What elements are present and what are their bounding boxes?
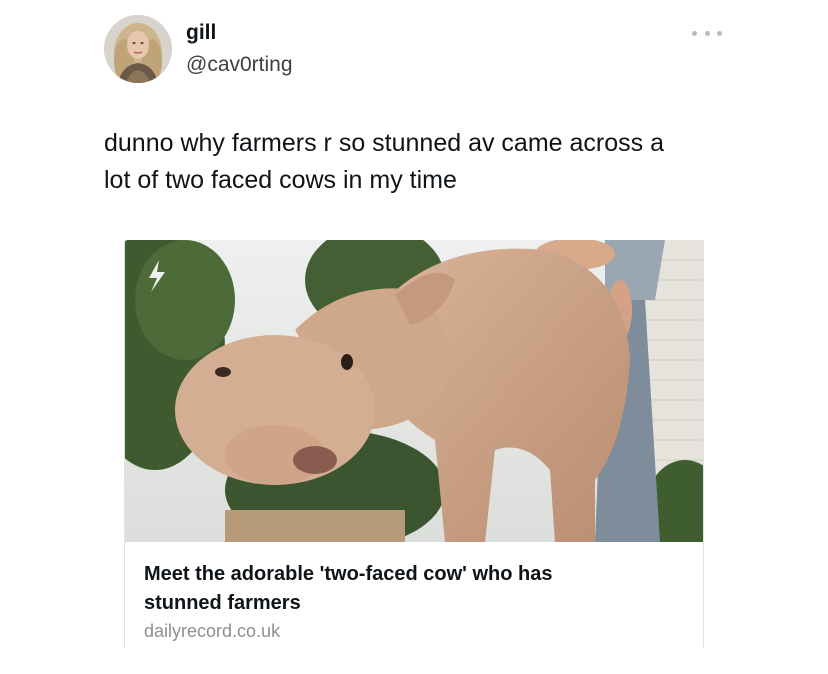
author-display-name[interactable]: gill	[186, 20, 216, 46]
more-dot	[692, 30, 697, 36]
tweet-text: dunno why farmers r so stunned av came a…	[104, 129, 664, 194]
avatar[interactable]	[104, 15, 172, 83]
two-faced-calf-photo	[125, 240, 703, 542]
profile-photo-avatar	[104, 15, 172, 83]
link-card[interactable]: Meet the adorable 'two-faced cow' who ha…	[124, 240, 704, 648]
more-dot	[704, 30, 710, 36]
more-dot	[717, 30, 722, 36]
author-handle[interactable]: @cav0rting	[186, 52, 293, 78]
more-horizontal-icon[interactable]	[692, 26, 722, 40]
card-image[interactable]	[125, 240, 703, 542]
card-title[interactable]: Meet the adorable 'two-faced cow' who ha…	[144, 560, 664, 618]
card-domain[interactable]: dailyrecord.co.uk	[144, 620, 280, 642]
